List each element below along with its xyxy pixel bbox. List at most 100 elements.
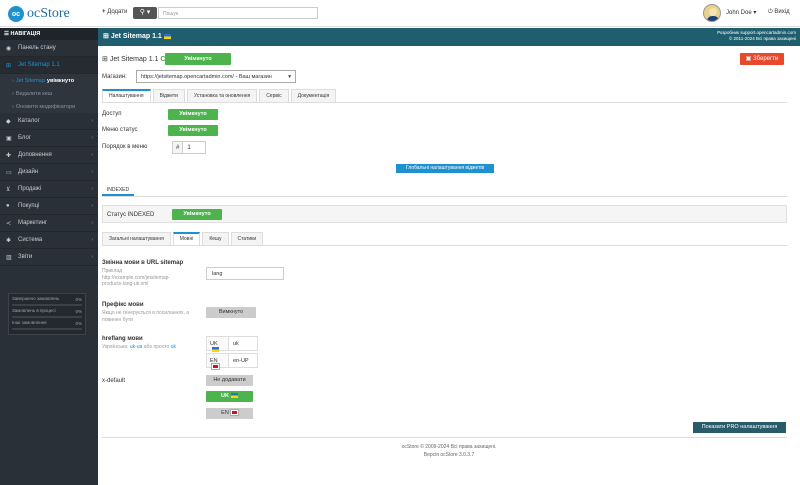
- indexed-divider: [102, 196, 787, 197]
- tag-icon: ◆: [6, 118, 11, 125]
- sidebar-item-system[interactable]: ✱ Система ›: [0, 232, 98, 249]
- show-pro-settings-button[interactable]: Показати PRO налаштування: [693, 422, 786, 433]
- chevron-right-icon: ›: [91, 203, 93, 209]
- hreflang-uk[interactable]: UK uk: [206, 336, 258, 353]
- user-menu[interactable]: John Doe ▾: [726, 9, 756, 16]
- sidebar-item-blog[interactable]: ▣ Блог ›: [0, 130, 98, 147]
- x-default-en-button[interactable]: EN: [206, 408, 253, 419]
- tab-indexed[interactable]: INDEXED: [102, 184, 134, 196]
- indexed-status-toggle[interactable]: Увімкнуто: [172, 209, 222, 220]
- avatar[interactable]: [703, 4, 721, 22]
- progress-bar: [12, 328, 82, 330]
- tab-service[interactable]: Сервіс: [259, 89, 289, 102]
- sidebar-item-dashboard[interactable]: ◉ Панель стану: [0, 40, 98, 57]
- menu-icon: ☰: [4, 31, 9, 37]
- developer-info: Розробник support.opencartadmin.com © 201…: [717, 30, 796, 42]
- sidebar-item-extensions[interactable]: ✚ Доповнення ›: [0, 147, 98, 164]
- module-title-text: Jet Sitemap 1.1: [110, 33, 162, 40]
- sidebar-item-jet-sitemap[interactable]: ⊞ Jet Sitemap 1.1: [0, 57, 98, 74]
- progress-pct: 0%: [75, 309, 82, 314]
- gear-icon: ✱: [6, 237, 12, 244]
- add-button[interactable]: + Додати: [102, 9, 127, 15]
- sidebar-item-label: Панель стану: [18, 45, 56, 51]
- help-line: Якщо не генерується в посиланнях, а: [102, 310, 190, 316]
- tab-widgets[interactable]: Віджети: [152, 89, 185, 102]
- access-label: Доступ: [102, 111, 122, 117]
- progress-label: Замовлень в процесі: [12, 308, 56, 313]
- module-status-toggle[interactable]: Увімкнуто: [165, 53, 231, 65]
- x-default-uk-button[interactable]: UK: [206, 391, 253, 402]
- tab-install[interactable]: Установка та оновлення: [186, 89, 258, 102]
- tab-general[interactable]: Загальні налаштування: [102, 232, 171, 245]
- sidebar-item-reports[interactable]: ▥ Звіти ›: [0, 249, 98, 266]
- logout-link[interactable]: ⏻ Вихід: [768, 9, 790, 16]
- indexed-tabs-divider: [102, 245, 787, 246]
- chevron-right-icon: ›: [91, 220, 93, 226]
- sidebar-item-label: Маркетинг: [18, 220, 48, 226]
- footer-version: Версія ocStore 3.0.3.7: [423, 452, 475, 458]
- progress-other: Інші замовлення 0%: [12, 320, 82, 332]
- chevron-right-icon: ›: [91, 254, 93, 260]
- user-name: John Doe: [726, 10, 752, 16]
- help-line: products-lang-uk.xml: [102, 281, 149, 287]
- nav-header-label: НАВІГАЦІЯ: [10, 31, 41, 37]
- sitemap-icon: ⊞: [103, 33, 109, 40]
- module-title: ⊞ Jet Sitemap 1.1: [103, 32, 171, 40]
- page-title-text: Jet Sitemap 1.1: [109, 56, 159, 63]
- hreflang-value[interactable]: uk: [229, 337, 243, 350]
- chevron-down-icon: ▾: [753, 10, 757, 16]
- chevron-right-icon: ›: [91, 237, 93, 243]
- global-widgets-settings-button[interactable]: Глобальні налаштування віджетів: [396, 164, 494, 173]
- tab-static[interactable]: Статики: [230, 232, 264, 245]
- logo[interactable]: oc ocStore: [8, 6, 70, 22]
- menu-status-toggle[interactable]: Увімкнуто: [168, 125, 218, 136]
- sidebar-item-label: Каталог: [18, 118, 40, 124]
- sidebar-item-customers[interactable]: ● Покупці ›: [0, 198, 98, 215]
- chevron-down-icon: ▾: [288, 74, 291, 80]
- indexed-tabs: Загальні налаштування Мовні Кешу Статики: [102, 232, 265, 245]
- sidebar-item-sales[interactable]: ⊻ Продажі ›: [0, 181, 98, 198]
- sidebar-subitem-jet-sitemap[interactable]: › Jet Sitemap увімкнуто: [0, 74, 98, 87]
- sidebar-subitem-clear-cache[interactable]: › Видалити кеш: [0, 87, 98, 100]
- tab-cache[interactable]: Кешу: [202, 232, 229, 245]
- search-icon: ⚲: [139, 9, 145, 16]
- sidebar-item-label: Покупці: [18, 203, 40, 209]
- sidebar-item-label: Система: [18, 237, 43, 243]
- tab-settings[interactable]: Налаштування: [102, 89, 151, 102]
- sidebar-item-catalog[interactable]: ◆ Каталог ›: [0, 113, 98, 130]
- tabs-divider: [102, 102, 787, 103]
- tab-languages[interactable]: Мовні: [172, 232, 201, 245]
- sidebar-item-label: Jet Sitemap 1.1: [18, 62, 60, 68]
- chevron-right-icon: ›: [91, 186, 93, 192]
- hreflang-value[interactable]: en-UP: [229, 354, 253, 367]
- search-type-button[interactable]: ⚲ ▾: [133, 7, 157, 19]
- menu-order-input[interactable]: #1: [172, 141, 206, 154]
- tab-docs[interactable]: Документація: [290, 89, 337, 102]
- sidebar-item-design[interactable]: ▭ Дизайн ›: [0, 164, 98, 181]
- gb-flag-icon: [229, 409, 239, 417]
- main-tabs: Налаштування Віджети Установка та оновле…: [102, 89, 338, 102]
- lang-prefix-help: Якщо не генерується в посиланнях, а пови…: [102, 310, 189, 323]
- save-icon: ▣: [745, 56, 752, 62]
- lang-prefix-toggle[interactable]: Вимкнуто: [206, 307, 256, 318]
- gb-flag-icon: [211, 363, 220, 371]
- chevron-right-icon: ›: [91, 152, 93, 158]
- footer-divider: [102, 437, 787, 438]
- ua-flag-icon: [163, 33, 171, 39]
- progress-pct: 0%: [75, 297, 82, 302]
- copyright-line: © 2011-2024 Всі права захищені: [728, 36, 796, 41]
- sidebar-item-marketing[interactable]: ≺ Маркетинг ›: [0, 215, 98, 232]
- ua-flag-icon: [230, 393, 238, 399]
- access-toggle[interactable]: Увімкнуто: [168, 109, 218, 120]
- save-button[interactable]: ▣ Зберегти: [740, 53, 784, 65]
- lang-var-help: Приклад http://example.com/jetsitemap- p…: [102, 268, 170, 288]
- hreflang-en[interactable]: EN en-UP: [206, 353, 258, 371]
- lang-var-input[interactable]: lang: [206, 267, 284, 280]
- lang-code: UK: [207, 337, 229, 353]
- search-input[interactable]: Пошук: [158, 7, 318, 19]
- x-default-none-button[interactable]: Не додавати: [206, 375, 253, 386]
- sidebar-subitem-refresh-mods[interactable]: › Оновити модифікатори: [0, 100, 98, 113]
- order-prefix: #: [173, 142, 184, 153]
- store-select[interactable]: https://jetsitemap.opencartadmin.com/ - …: [136, 70, 296, 83]
- logout-icon: ⏻: [768, 9, 773, 15]
